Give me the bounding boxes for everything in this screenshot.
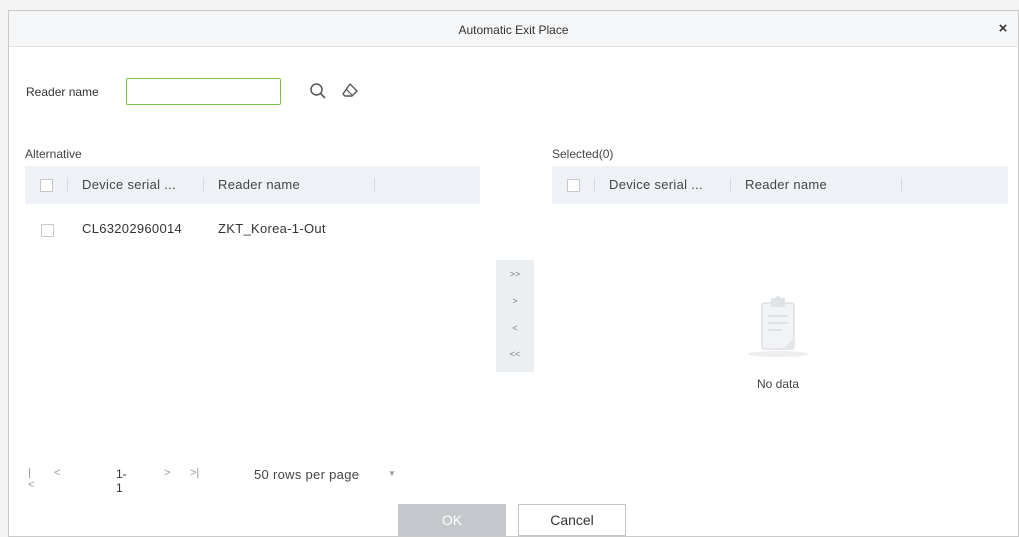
row-checkbox[interactable] (41, 224, 54, 237)
alternative-label: Alternative (25, 147, 82, 161)
column-divider (203, 178, 204, 192)
row-device-serial: CL63202960014 (82, 221, 183, 236)
selected-select-all-checkbox[interactable] (567, 179, 580, 192)
search-label: Reader name (26, 85, 99, 99)
column-divider (594, 178, 595, 192)
clipboard-icon (745, 291, 815, 361)
empty-state-text: No data (757, 377, 800, 391)
column-divider (730, 178, 731, 192)
move-all-left-button[interactable]: << (496, 342, 534, 366)
selected-label: Selected(0) (552, 147, 614, 161)
alternative-grid-header: Device serial ... Reader name (25, 166, 480, 204)
eraser-icon[interactable] (339, 80, 361, 102)
caret-down-icon[interactable]: ▼ (388, 469, 396, 478)
column-reader-name[interactable]: Reader name (745, 177, 827, 192)
move-left-button[interactable]: < (496, 316, 534, 340)
close-icon[interactable]: × (994, 20, 1012, 38)
column-divider (67, 178, 68, 192)
row-reader-name: ZKT_Korea-1-Out (218, 221, 326, 236)
next-page-button[interactable]: > (164, 467, 170, 479)
rows-per-page-select[interactable]: 50 rows per page (254, 467, 359, 482)
ok-button[interactable]: OK (398, 504, 506, 536)
page-range: 1-1 (116, 467, 127, 495)
dialog: Automatic Exit Place × Reader name Alter… (8, 10, 1019, 537)
column-device-serial[interactable]: Device serial ... (82, 177, 176, 192)
cancel-button[interactable]: Cancel (518, 504, 626, 536)
prev-page-button[interactable]: < (54, 467, 60, 479)
move-all-right-button[interactable]: >> (496, 262, 534, 286)
column-reader-name[interactable]: Reader name (218, 177, 300, 192)
column-device-serial[interactable]: Device serial ... (609, 177, 703, 192)
column-divider (374, 178, 375, 192)
reader-name-input[interactable] (126, 78, 281, 105)
alternative-select-all-checkbox[interactable] (40, 179, 53, 192)
dialog-title: Automatic Exit Place (458, 23, 569, 37)
move-right-button[interactable]: > (496, 289, 534, 313)
search-icon[interactable] (307, 80, 329, 102)
transfer-buttons: >> > < << (496, 260, 534, 372)
column-divider (901, 178, 902, 192)
last-page-button[interactable]: >| (190, 467, 199, 479)
selected-grid-header: Device serial ... Reader name (552, 166, 1008, 204)
dialog-titlebar: Automatic Exit Place × (9, 11, 1018, 47)
first-page-button[interactable]: |< (28, 467, 34, 491)
